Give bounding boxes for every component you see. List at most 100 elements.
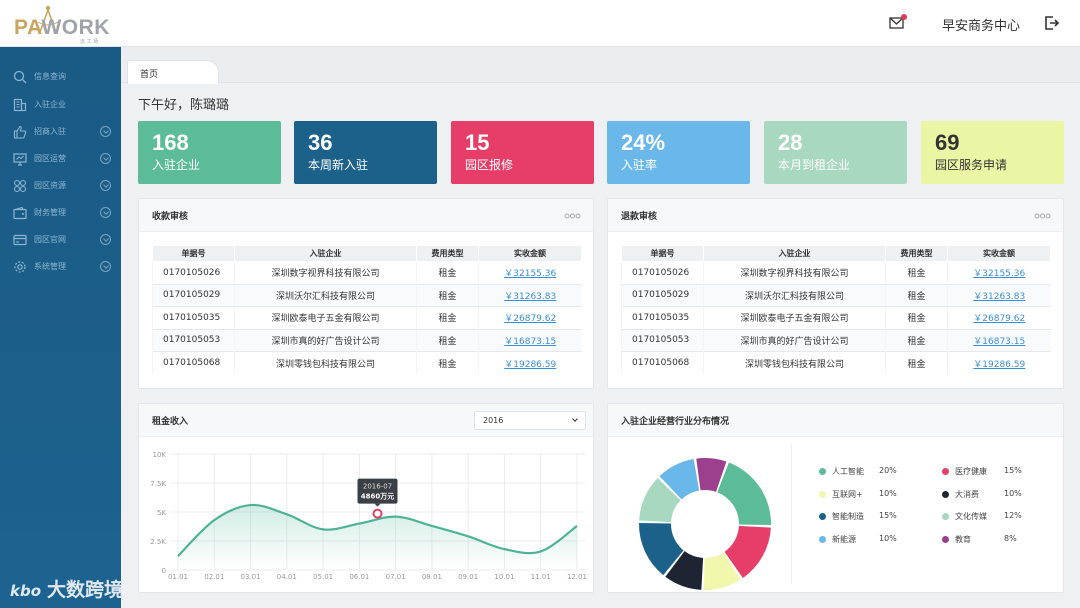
cell-amount-link[interactable]: ￥26879.62 xyxy=(947,306,1051,329)
cell-enterprise: 深圳市真的好广告设计公司 xyxy=(234,328,417,352)
legend-item[interactable]: 医疗健康 15% xyxy=(942,465,1052,477)
sidebar-item-website[interactable]: 园区官网 xyxy=(0,227,121,253)
sidebar-item-investment[interactable]: 招商入驻 xyxy=(0,119,121,145)
cell-fee-type: 租金 xyxy=(885,283,948,307)
cell-document-number: 0170105068 xyxy=(152,351,235,374)
stat-value: 36 xyxy=(308,130,333,155)
legend-label: 新能源 xyxy=(832,534,856,544)
sidebar-item-enterprises[interactable]: 入驻企业 xyxy=(0,92,121,118)
cell-amount-link[interactable]: ￥26879.62 xyxy=(478,306,582,329)
thumbs-up-icon xyxy=(13,125,27,139)
legend-item[interactable]: 大消费 10% xyxy=(942,488,1052,500)
legend-item[interactable]: 人工智能 20% xyxy=(819,465,929,477)
panel-header: 退款审核 xyxy=(608,199,1063,232)
sidebar-item-label: 园区官网 xyxy=(34,235,66,244)
x-tick-label: 12.01 xyxy=(567,573,587,581)
column-header: 费用类型 xyxy=(885,245,948,262)
sidebar-item-finance[interactable]: 财务管理 xyxy=(0,200,121,226)
panel-header: 租金收入 2016 xyxy=(139,404,593,437)
stat-card-service-requests[interactable]: 69 园区服务申请 xyxy=(921,121,1064,184)
cell-amount-link[interactable]: ￥31263.83 xyxy=(947,283,1051,307)
watermark: kbo 大数跨境 xyxy=(10,575,123,602)
stat-card-enterprises[interactable]: 168 入驻企业 xyxy=(138,121,281,184)
table-row[interactable]: 0170105026 深圳数字视界科技有限公司 租金 ￥32155.36 xyxy=(152,261,582,284)
cell-enterprise: 深圳沃尔汇科技有限公司 xyxy=(703,283,886,307)
legend-swatch xyxy=(942,490,949,498)
refund-table: 单据号 入驻企业 费用类型 实收金额 0170105026 深圳数字视界科技有限公… xyxy=(621,245,1051,374)
legend-item[interactable]: 智能制造 15% xyxy=(819,510,929,522)
legend-item[interactable]: 新能源 10% xyxy=(819,533,929,545)
sidebar-item-resources[interactable]: 园区资源 xyxy=(0,173,121,199)
sidebar: 信息查询 入驻企业 招商入驻 园区运营 园区资源 财务管理 园区官网 系统管理 xyxy=(0,47,121,608)
x-tick-label: 10.01 xyxy=(494,573,514,581)
cell-amount-link[interactable]: ￥16873.15 xyxy=(478,328,582,352)
legend-item[interactable]: 文化传媒 12% xyxy=(942,510,1052,522)
stat-card-lease-expiry[interactable]: 28 本月到租企业 xyxy=(764,121,907,184)
legend-label: 文化传媒 xyxy=(955,512,987,521)
year-select[interactable]: 2016 xyxy=(474,411,586,430)
logo-wordmark: PAWORK xyxy=(14,16,110,39)
cell-amount-link[interactable]: ￥31263.83 xyxy=(478,283,582,307)
more-icon[interactable] xyxy=(1034,213,1051,219)
table-row[interactable]: 0170105053 深圳市真的好广告设计公司 租金 ￥16873.15 xyxy=(621,328,1051,352)
stat-value: 168 xyxy=(152,130,189,155)
table-row[interactable]: 0170105029 深圳沃尔汇科技有限公司 租金 ￥31263.83 xyxy=(621,283,1051,307)
cell-fee-type: 租金 xyxy=(416,283,479,307)
chevron-down-icon xyxy=(100,180,111,191)
table-row[interactable]: 0170105068 深圳零钱包科技有限公司 租金 ￥19286.59 xyxy=(621,351,1051,374)
wallet-icon xyxy=(13,206,27,220)
sidebar-item-info-query[interactable]: 信息查询 xyxy=(0,64,121,90)
y-tick-label: 0 xyxy=(162,567,166,575)
greeting: 下午好，陈璐璐 xyxy=(138,98,230,113)
legend-swatch xyxy=(819,513,826,520)
tooltip-value: 4860万元 xyxy=(361,493,394,501)
y-tick-label: 7.5K xyxy=(150,480,166,488)
tab-home[interactable]: 首页 xyxy=(127,60,219,84)
x-tick-label: 11.01 xyxy=(531,573,551,581)
tab-label: 首页 xyxy=(140,70,159,80)
column-header: 实收金额 xyxy=(947,245,1051,262)
table-row[interactable]: 0170105029 深圳沃尔汇科技有限公司 租金 ￥31263.83 xyxy=(152,283,582,307)
table-row[interactable]: 0170105035 深圳欧泰电子五金有限公司 租金 ￥26879.62 xyxy=(621,306,1051,329)
more-icon[interactable] xyxy=(564,213,581,219)
stat-value: 28 xyxy=(778,130,803,155)
legend-label: 互联网+ xyxy=(832,489,863,499)
sidebar-item-operations[interactable]: 园区运营 xyxy=(0,146,121,172)
stat-card-new-weekly[interactable]: 36 本周新入驻 xyxy=(294,121,437,184)
top-bar: PAWORK 派 工 场 早安商务中心 xyxy=(0,0,1080,47)
paiwork-logo[interactable]: PAWORK 派 工 场 xyxy=(14,5,114,45)
sidebar-item-label: 系统管理 xyxy=(34,262,66,271)
panel-title: 租金收入 xyxy=(152,417,189,427)
cell-fee-type: 租金 xyxy=(885,328,948,352)
cell-amount-link[interactable]: ￥16873.15 xyxy=(947,328,1051,352)
table-row[interactable]: 0170105053 深圳市真的好广告设计公司 租金 ￥16873.15 xyxy=(152,328,582,352)
sidebar-item-label: 招商入驻 xyxy=(34,127,66,136)
industry-distribution-panel: 入驻企业经营行业分布情况 人工智能 20% 医疗健康 15% 互联网+ 10% 大消费 10%… xyxy=(607,403,1064,593)
table-row[interactable]: 0170105068 深圳零钱包科技有限公司 租金 ￥19286.59 xyxy=(152,351,582,374)
logo-subtitle: 派 工 场 xyxy=(80,39,99,45)
table-row[interactable]: 0170105035 深圳欧泰电子五金有限公司 租金 ￥26879.62 xyxy=(152,306,582,329)
cell-amount-link[interactable]: ￥19286.59 xyxy=(947,351,1051,374)
cell-amount-link[interactable]: ￥32155.36 xyxy=(947,261,1051,284)
panel-header: 收款审核 xyxy=(139,199,593,232)
collection-table: 单据号 入驻企业 费用类型 实收金额 0170105026 深圳数字视界科技有限公… xyxy=(152,245,582,374)
cell-amount-link[interactable]: ￥19286.59 xyxy=(478,351,582,374)
cell-document-number: 0170105035 xyxy=(621,306,704,329)
legend-item[interactable]: 互联网+ 10% xyxy=(819,488,929,500)
x-tick-label: 01.01 xyxy=(168,573,188,581)
user-center-name[interactable]: 早安商务中心 xyxy=(942,15,1020,34)
panel-title: 入驻企业经营行业分布情况 xyxy=(621,417,730,427)
legend-label: 教育 xyxy=(955,534,971,544)
cell-amount-link[interactable]: ￥32155.36 xyxy=(478,261,582,284)
table-row[interactable]: 0170105026 深圳数字视界科技有限公司 租金 ￥32155.36 xyxy=(621,261,1051,284)
legend-item[interactable]: 教育 8% xyxy=(942,533,1052,545)
cell-document-number: 0170105053 xyxy=(152,328,235,352)
tooltip-title: 2016-07 xyxy=(363,483,392,491)
stat-card-repairs[interactable]: 15 园区报修 xyxy=(451,121,594,184)
legend-swatch xyxy=(819,535,826,543)
sidebar-item-system[interactable]: 系统管理 xyxy=(0,254,121,280)
stat-value: 69 xyxy=(935,130,960,155)
logout-icon[interactable] xyxy=(1044,15,1060,31)
stat-card-occupancy[interactable]: 24% 入驻率 xyxy=(607,121,750,184)
y-tick-label: 2.5K xyxy=(150,538,166,546)
